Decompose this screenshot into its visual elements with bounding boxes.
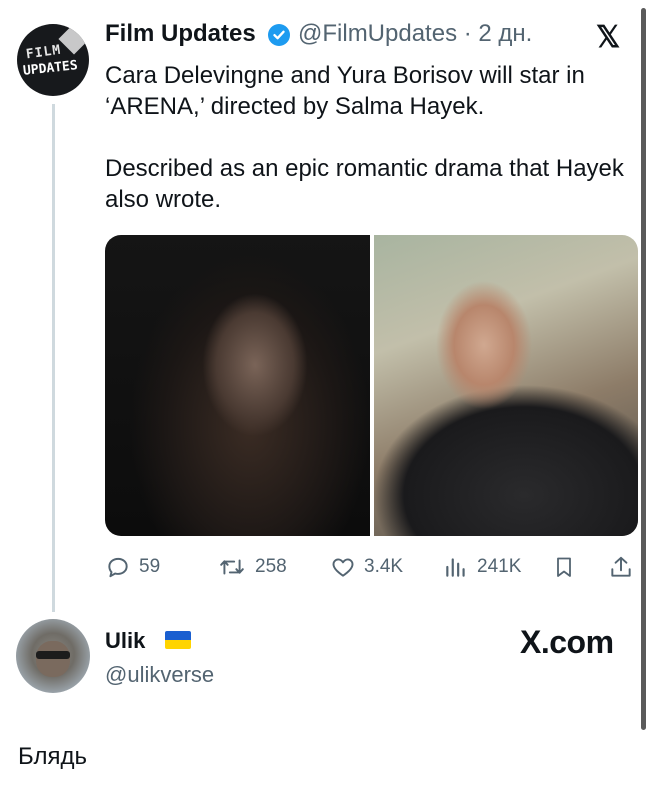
x-logo-icon: 𝕏 (596, 21, 621, 54)
share-icon (611, 556, 631, 577)
tweet-actions: 59 258 3.4K 241K (105, 552, 638, 582)
bookmark-button[interactable] (552, 552, 584, 582)
avatar-ulik[interactable] (16, 619, 90, 693)
tweet-media[interactable] (105, 235, 638, 536)
quoter-name[interactable]: Ulik (105, 628, 145, 654)
tweet-paragraph-1: Cara Delevingne and Yura Borisov will st… (105, 62, 585, 120)
ukraine-flag-icon (165, 631, 191, 649)
thread-line (52, 104, 55, 612)
retweet-icon (220, 559, 244, 575)
avatar-face (36, 641, 70, 677)
avatar-glasses (36, 651, 70, 659)
views-count: 241K (477, 556, 522, 577)
reply-icon (108, 557, 128, 578)
avatar-film-updates[interactable]: FILM UPDATES (17, 24, 89, 96)
photo-yura-borisov[interactable] (374, 235, 638, 536)
views-icon (446, 558, 465, 577)
xcom-logo: X.com (520, 624, 614, 660)
reply-count: 59 (139, 556, 161, 577)
photo-cara-delevingne[interactable] (105, 235, 370, 536)
avatar-corner-decoration (58, 24, 89, 55)
tweet-paragraph-2: Described as an epic romantic drama that… (105, 155, 624, 213)
share-button[interactable] (608, 552, 642, 582)
caption-text: Блядь (18, 743, 87, 770)
author-name[interactable]: Film Updates (105, 20, 256, 48)
scrollbar[interactable] (641, 8, 646, 730)
quoter-handle[interactable]: @ulikverse (105, 662, 214, 688)
retweet-button[interactable]: 258 (217, 552, 287, 582)
like-icon (332, 558, 354, 577)
like-count: 3.4K (364, 556, 404, 577)
views-button[interactable]: 241K (443, 552, 521, 582)
retweet-count: 258 (255, 556, 287, 577)
like-button[interactable]: 3.4K (330, 552, 403, 582)
reply-button[interactable]: 59 (105, 552, 160, 582)
verified-badge-icon (268, 24, 290, 46)
tweet-text: Cara Delevingne and Yura Borisov will st… (105, 60, 625, 215)
bookmark-icon (557, 557, 571, 577)
author-handle-time[interactable]: @FilmUpdates · 2 дн. (298, 20, 532, 48)
